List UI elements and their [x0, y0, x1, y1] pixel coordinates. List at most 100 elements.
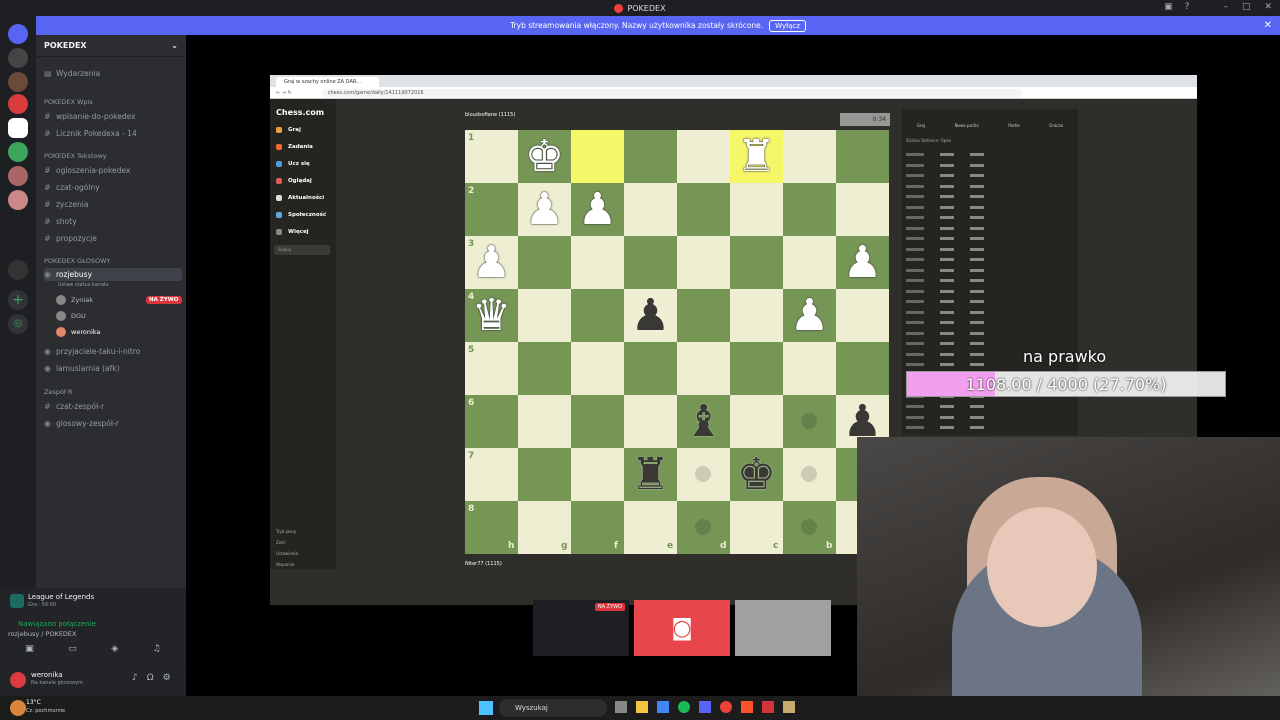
board-square[interactable]	[518, 236, 571, 289]
voice-user[interactable]: DGU	[56, 311, 86, 321]
black-rook[interactable]: ♜	[624, 448, 677, 501]
board-square[interactable]	[836, 289, 889, 342]
board-square[interactable]	[730, 342, 783, 395]
chess-search-input[interactable]: Szukaj	[274, 245, 330, 255]
move-hint-dot[interactable]	[695, 466, 711, 482]
mic-icon[interactable]: ♪	[132, 673, 138, 683]
activity-icon[interactable]: ◈	[111, 644, 118, 658]
board-square[interactable]	[836, 183, 889, 236]
events-item[interactable]: ▤ Wydarzenia	[44, 67, 182, 80]
spotify-icon[interactable]	[678, 701, 690, 713]
nav-bottom[interactable]: Zwiń	[276, 540, 286, 545]
move-row[interactable]	[906, 342, 984, 345]
nav-item[interactable]: Społeczność	[276, 212, 326, 218]
board-square[interactable]	[571, 342, 624, 395]
move-row[interactable]	[906, 300, 984, 303]
nav-item[interactable]: Graj	[276, 127, 301, 133]
voice-channel[interactable]: ◉ przyjaciele-taku-i-nitro	[44, 345, 182, 358]
move-row[interactable]	[906, 195, 984, 198]
move-row[interactable]	[906, 153, 984, 156]
white-queen[interactable]: ♛	[465, 289, 518, 342]
chess-logo[interactable]: Chess.com	[276, 108, 324, 117]
voice-channel[interactable]: ◉ glosowy-zespół-r	[44, 417, 182, 430]
channel-item[interactable]: # czat-ogólny	[44, 181, 182, 194]
board-square[interactable]	[624, 236, 677, 289]
app-icon[interactable]	[615, 701, 627, 713]
move-row[interactable]	[906, 279, 984, 282]
move-row[interactable]	[906, 310, 984, 314]
folder-icon[interactable]	[636, 701, 648, 713]
board-square[interactable]	[783, 236, 836, 289]
move-row[interactable]	[906, 426, 984, 429]
board-square[interactable]	[571, 236, 624, 289]
category-label[interactable]: POKEDEX GŁOSOWY	[44, 257, 110, 265]
inbox-icon[interactable]: ▣	[1164, 2, 1173, 12]
browser-tab[interactable]: Graj w szachy online ZA DAR...	[276, 77, 379, 87]
soundboard-icon[interactable]: ♫	[153, 644, 161, 658]
board-square[interactable]	[571, 130, 624, 183]
board-square[interactable]	[677, 183, 730, 236]
move-row[interactable]	[906, 216, 984, 219]
category-label[interactable]: Zespół R	[44, 388, 72, 396]
panel-tab[interactable]: Gracze	[1049, 123, 1063, 128]
board-square[interactable]	[836, 342, 889, 395]
move-row[interactable]	[906, 205, 984, 209]
voice-channel[interactable]: ◉ lamusiarnia (afk)	[44, 362, 182, 375]
move-row[interactable]	[906, 247, 984, 251]
channel-item[interactable]: # czat-zespół-r	[44, 400, 182, 413]
nav-bottom[interactable]: Wsparcie	[276, 562, 294, 567]
channel-status[interactable]: Ustaw status kanału	[58, 282, 109, 288]
move-row[interactable]	[906, 184, 984, 188]
chess-board[interactable]: 1 2 3 4 5 6 7 8 h g f e d c b ♚ ♜ ♟ ♟ ♟ ♟ ♛ ♟ ♟ ♝ ♟ ♜ ♚	[465, 130, 889, 554]
channel-item[interactable]: # życzenia	[44, 198, 182, 211]
channel-item[interactable]: # ogloszenia-pokedex	[44, 164, 182, 177]
nav-item[interactable]: Zadania	[276, 144, 313, 150]
move-row[interactable]	[906, 268, 984, 272]
weather-icon[interactable]	[10, 700, 26, 716]
black-king[interactable]: ♚	[730, 448, 783, 501]
nav-bottom[interactable]: Ustawienia	[276, 551, 298, 556]
app-icon[interactable]	[657, 701, 669, 713]
channel-item[interactable]: # shoty	[44, 215, 182, 228]
server-icon[interactable]	[8, 94, 28, 114]
explore-icon[interactable]: ◎	[8, 314, 28, 334]
server-icon[interactable]	[8, 260, 28, 280]
minimize-button[interactable]: –	[1223, 2, 1228, 12]
video-icon[interactable]: ▣	[25, 644, 34, 658]
nav-icons[interactable]: ← → ↻	[276, 90, 292, 96]
move-row[interactable]	[906, 289, 984, 293]
board-square[interactable]	[783, 342, 836, 395]
move-row[interactable]	[906, 321, 984, 324]
board-square[interactable]	[624, 342, 677, 395]
bottom-player[interactable]: Niter77 (1115)	[465, 561, 502, 567]
board-square[interactable]	[518, 289, 571, 342]
board-square[interactable]	[783, 130, 836, 183]
nav-item[interactable]: Ucz się	[276, 161, 310, 167]
voice-user[interactable]: weronika	[56, 327, 100, 337]
white-pawn[interactable]: ♟	[465, 236, 518, 289]
board-square[interactable]	[571, 395, 624, 448]
panel-tab[interactable]: Partie	[1008, 123, 1019, 128]
black-pawn[interactable]: ♟	[624, 289, 677, 342]
white-pawn[interactable]: ♟	[783, 289, 836, 342]
server-icon[interactable]	[8, 166, 28, 186]
white-king[interactable]: ♚	[518, 130, 571, 183]
board-square[interactable]	[518, 448, 571, 501]
server-header[interactable]: POKEDEX ⌄	[36, 35, 186, 57]
close-button[interactable]: ✕	[1264, 2, 1272, 12]
board-square[interactable]	[730, 289, 783, 342]
help-icon[interactable]: ?	[1185, 2, 1190, 12]
server-icon[interactable]	[8, 118, 28, 138]
board-square[interactable]	[677, 289, 730, 342]
move-row[interactable]	[906, 415, 984, 419]
board-square[interactable]	[677, 342, 730, 395]
move-row[interactable]	[906, 237, 984, 240]
screen-share-icon[interactable]: ▭	[68, 644, 77, 658]
move-row[interactable]	[906, 174, 984, 177]
move-row[interactable]	[906, 163, 984, 167]
server-icon[interactable]	[8, 72, 28, 92]
board-square[interactable]	[518, 395, 571, 448]
disable-streamer-mode-button[interactable]: Wyłącz	[769, 19, 806, 32]
taskbar-search[interactable]: Wyszukaj	[499, 699, 607, 717]
board-square[interactable]	[624, 183, 677, 236]
